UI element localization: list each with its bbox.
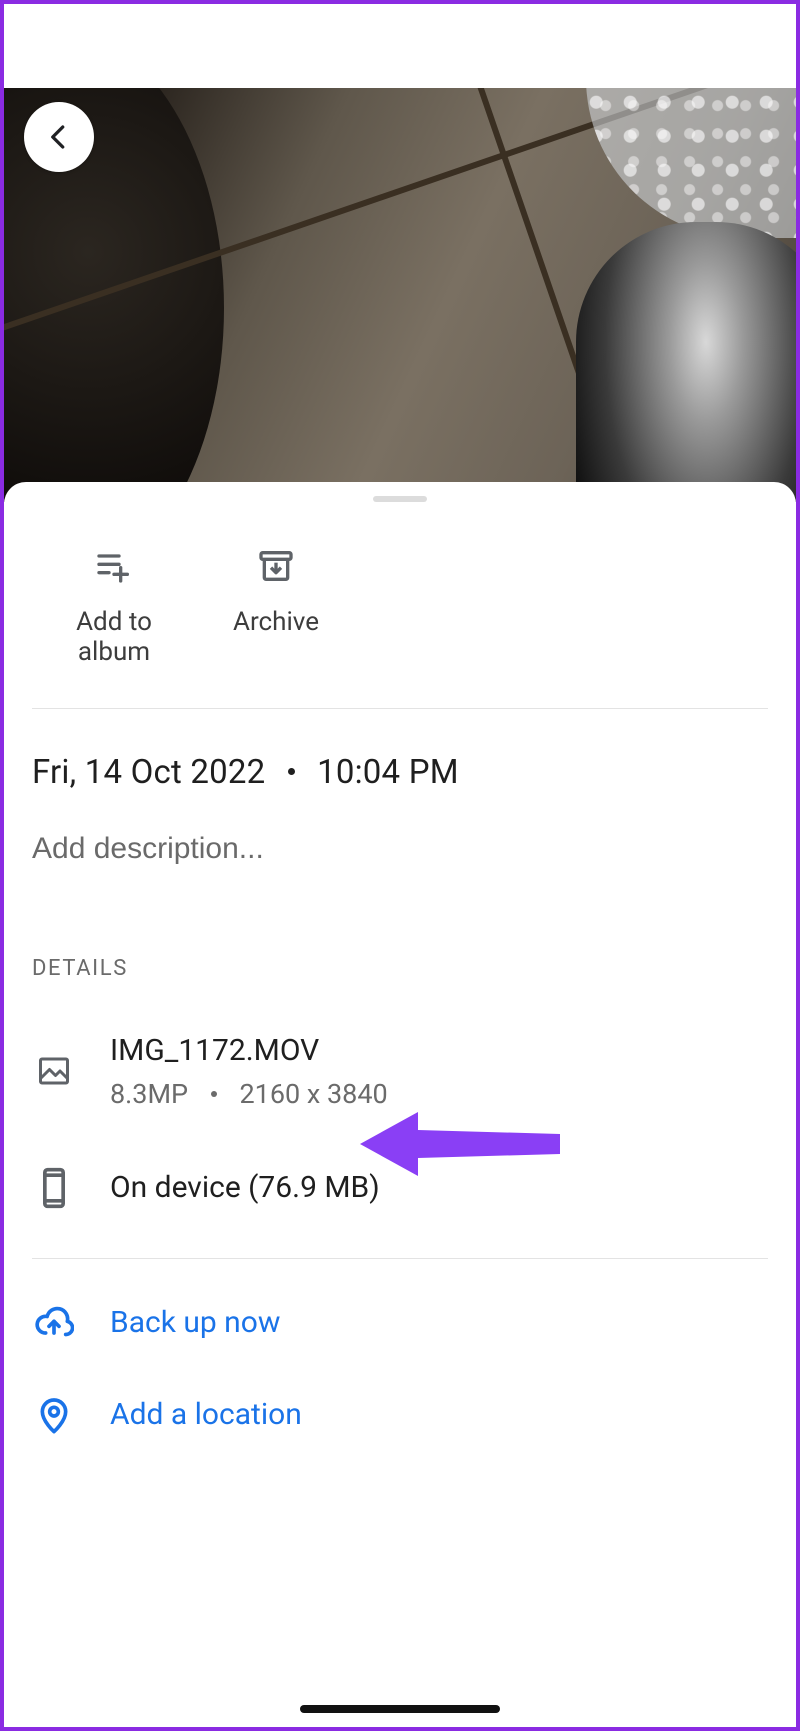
divider: [32, 1258, 768, 1259]
link-label: Back up now: [110, 1305, 280, 1340]
top-whitespace: [4, 4, 796, 88]
description-input[interactable]: [32, 832, 768, 866]
archive-icon: [256, 546, 296, 586]
photo-preview[interactable]: [4, 88, 796, 502]
phone-icon: [32, 1166, 76, 1210]
playlist-add-icon: [94, 546, 134, 586]
action-label: Archive: [233, 608, 319, 638]
storage-text: On device (76.9 MB): [110, 1170, 380, 1205]
chevron-left-icon: [44, 122, 74, 152]
location-pin-icon: [32, 1395, 76, 1435]
separator-dot: [211, 1091, 217, 1097]
photo-time: 10:04 PM: [317, 753, 459, 792]
backup-now-button[interactable]: Back up now: [4, 1303, 796, 1343]
home-indicator[interactable]: [300, 1705, 500, 1713]
image-icon: [32, 1053, 76, 1089]
file-megapixels: 8.3MP: [110, 1078, 188, 1110]
storage-row[interactable]: On device (76.9 MB): [4, 1166, 796, 1210]
file-name: IMG_1172.MOV: [110, 1033, 388, 1068]
details-header: DETAILS: [32, 956, 768, 981]
file-meta: 8.3MP 2160 x 3840: [110, 1078, 388, 1110]
add-to-album-button[interactable]: Add to album: [60, 546, 168, 668]
file-info-row[interactable]: IMG_1172.MOV 8.3MP 2160 x 3840: [4, 1033, 796, 1110]
back-button[interactable]: [24, 102, 94, 172]
photo-date: Fri, 14 Oct 2022: [32, 753, 265, 792]
action-label: Add to album: [60, 608, 168, 668]
datetime-row[interactable]: Fri, 14 Oct 2022 10:04 PM: [4, 709, 796, 792]
archive-button[interactable]: Archive: [222, 546, 330, 668]
file-dimensions: 2160 x 3840: [239, 1078, 387, 1110]
info-sheet: Add to album Archive Fri, 14 Oct 2022 10…: [4, 482, 796, 1727]
link-label: Add a location: [110, 1397, 302, 1432]
separator-dot: [288, 768, 295, 775]
add-location-button[interactable]: Add a location: [4, 1395, 796, 1435]
cloud-upload-icon: [32, 1303, 76, 1343]
action-row: Add to album Archive: [4, 502, 796, 708]
